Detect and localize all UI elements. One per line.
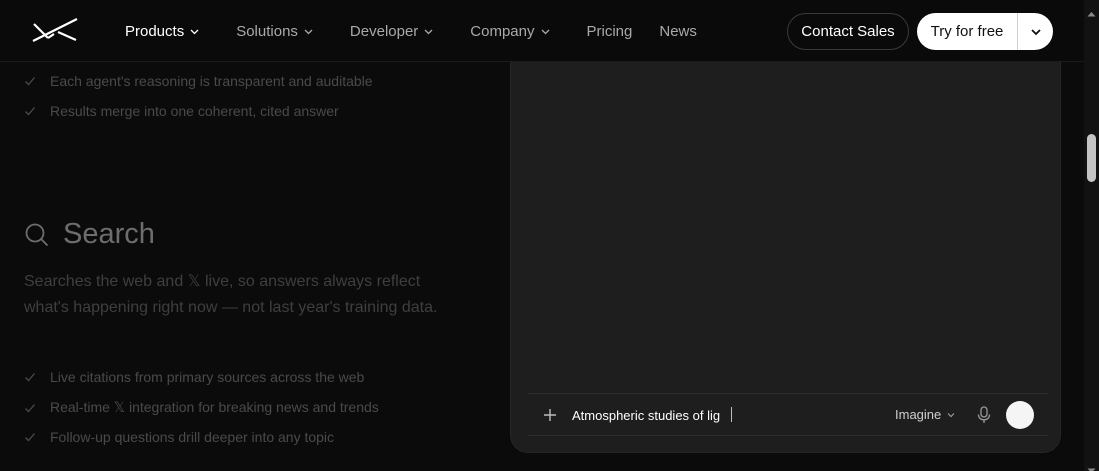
- try-for-free-button[interactable]: Try for free: [917, 13, 1053, 50]
- nav-item-developer[interactable]: Developer: [350, 23, 433, 40]
- main-nav: Products Solutions Developer Company Pri…: [125, 0, 724, 62]
- page-scrollbar[interactable]: [1084, 0, 1099, 471]
- nav-item-label: Pricing: [586, 22, 633, 40]
- scrollbar-thumb[interactable]: [1087, 134, 1096, 182]
- feature-check-item: Follow-up questions drill deeper into an…: [24, 429, 334, 445]
- chevron-down-icon: [190, 27, 199, 36]
- feature-check-item: Each agent's reasoning is transparent an…: [24, 73, 373, 89]
- send-button[interactable]: [1006, 401, 1034, 429]
- mode-selector[interactable]: Imagine: [895, 407, 955, 422]
- chevron-down-icon: [304, 27, 313, 36]
- mode-label: Imagine: [895, 407, 942, 422]
- chevron-down-icon: [1030, 26, 1042, 38]
- chat-composer: Imagine: [528, 393, 1048, 436]
- try-for-free-label[interactable]: Try for free: [917, 13, 1017, 50]
- xai-logo-icon[interactable]: [30, 16, 80, 44]
- nav-item-label: Solutions: [236, 22, 298, 40]
- nav-item-label: Developer: [349, 22, 419, 40]
- chevron-down-icon: [541, 27, 550, 36]
- contact-sales-button[interactable]: Contact Sales: [787, 13, 909, 50]
- nav-item-label: Products: [125, 22, 185, 40]
- feature-check-text: Real-time 𝕏 integration for breaking new…: [50, 399, 379, 415]
- scroll-down-arrow-icon[interactable]: [1087, 461, 1096, 471]
- checkmark-icon: [24, 371, 36, 383]
- feature-check-text: Results merge into one coherent, cited a…: [50, 103, 339, 119]
- checkmark-icon: [24, 105, 36, 117]
- chat-prompt-input[interactable]: [572, 405, 872, 425]
- feature-check-item: Results merge into one coherent, cited a…: [24, 103, 339, 119]
- nav-item-label: News: [659, 22, 697, 40]
- section-description: Searches the web and 𝕏 live, so answers …: [24, 273, 438, 316]
- nav-item-news[interactable]: News: [659, 23, 697, 40]
- plus-icon[interactable]: [542, 407, 558, 423]
- search-section-heading: Search: [24, 218, 155, 251]
- try-options-dropdown[interactable]: [1018, 13, 1053, 50]
- checkmark-icon: [24, 431, 36, 443]
- feature-check-text: Each agent's reasoning is transparent an…: [50, 73, 373, 89]
- nav-item-company[interactable]: Company: [470, 23, 549, 40]
- nav-item-products[interactable]: Products: [125, 23, 199, 40]
- feature-check-item: Real-time 𝕏 integration for breaking new…: [24, 399, 379, 416]
- nav-item-label: Company: [470, 22, 535, 40]
- feature-check-text: Follow-up questions drill deeper into an…: [50, 429, 335, 445]
- feature-check-text: Live citations from primary sources acro…: [50, 369, 365, 385]
- chevron-down-icon: [424, 27, 433, 36]
- microphone-icon[interactable]: [976, 406, 992, 424]
- top-navigation-bar: Products Solutions Developer Company Pri…: [0, 0, 1084, 62]
- scroll-up-arrow-icon[interactable]: [1087, 4, 1096, 17]
- chevron-down-icon: [947, 411, 955, 419]
- text-caret: [731, 407, 732, 422]
- feature-check-item: Live citations from primary sources acro…: [24, 369, 364, 385]
- nav-item-pricing[interactable]: Pricing: [587, 23, 633, 40]
- checkmark-icon: [24, 75, 36, 87]
- section-title: Search: [63, 218, 155, 250]
- search-icon: [24, 222, 50, 248]
- nav-item-solutions[interactable]: Solutions: [236, 23, 313, 40]
- checkmark-icon: [24, 402, 36, 414]
